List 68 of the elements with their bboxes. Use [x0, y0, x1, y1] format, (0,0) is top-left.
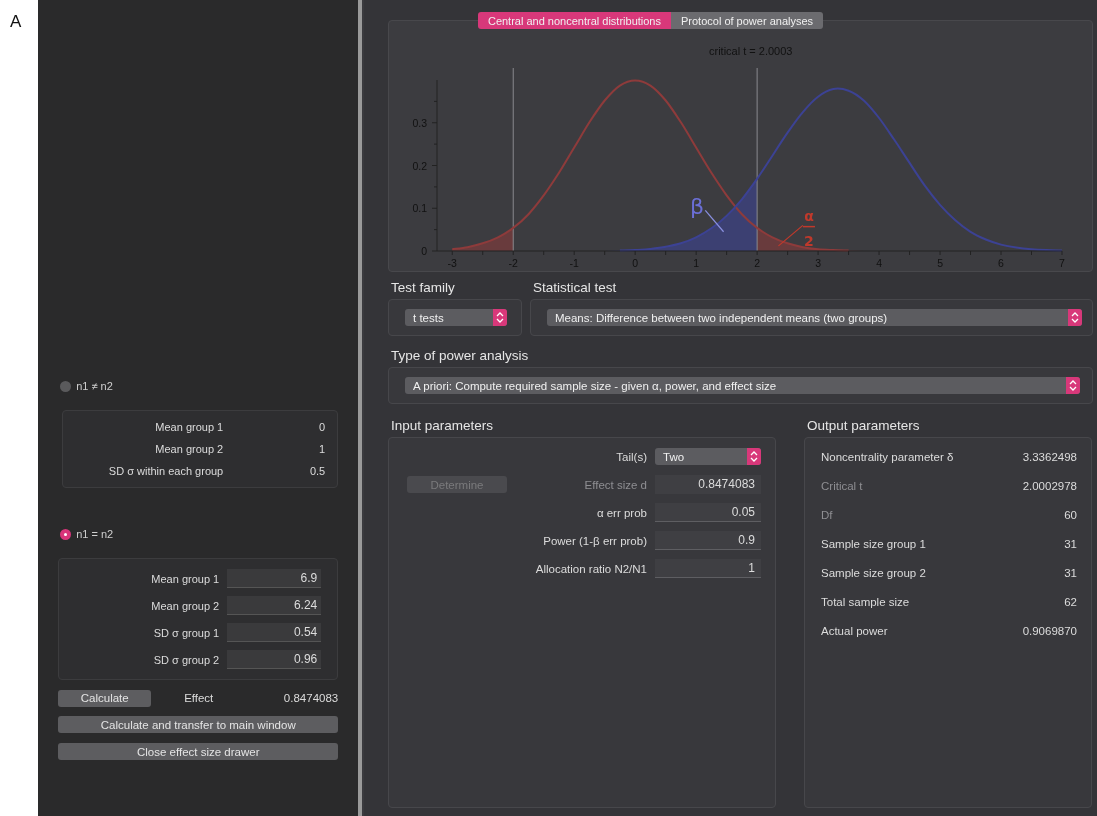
- tab[interactable]: Central and noncentral distributions: [477, 12, 671, 29]
- drawer-button[interactable]: Close effect size drawer: [58, 743, 339, 760]
- chevron-icon: [1066, 377, 1080, 394]
- field-value: 0.5: [308, 465, 326, 477]
- section-label: Output parameters: [807, 418, 921, 433]
- parameter-label: Noncentrality parameter δ: [821, 451, 954, 463]
- parameter-label: α err prob: [595, 506, 647, 519]
- field-label: Mean group 2: [154, 443, 224, 455]
- parameter-label: Sample size group 2: [821, 567, 926, 579]
- section-label: Type of power analysis: [391, 348, 530, 363]
- chevron-icon: [747, 448, 761, 465]
- parameter-label: Critical t: [821, 480, 863, 492]
- parameter-value: 2.0002978: [1022, 480, 1077, 492]
- input-field[interactable]: 0.96: [227, 650, 322, 669]
- select-field[interactable]: t tests: [405, 309, 507, 326]
- figure-label: A: [10, 12, 22, 31]
- parameter-value: 62: [1064, 596, 1077, 608]
- parameter-value: 0.9069870: [1022, 625, 1077, 637]
- field-value: 0: [318, 421, 326, 433]
- parameter-label: Sample size group 1: [821, 538, 926, 550]
- parameter-label: Total sample size: [821, 596, 910, 608]
- radio-button[interactable]: [60, 380, 72, 392]
- field-label: Mean group 1: [150, 572, 220, 585]
- radio-button[interactable]: [60, 528, 72, 540]
- select-field[interactable]: Two: [655, 448, 761, 465]
- effect-value: 0.8474083: [282, 692, 339, 704]
- parameter-label: Actual power: [821, 625, 888, 637]
- field-label: SD σ within each group: [107, 465, 224, 477]
- field-value: 1: [318, 443, 326, 455]
- parameter-label: Effect size d: [583, 478, 647, 491]
- select-field[interactable]: A priori: Compute required sample size - given α, power, and effect size: [405, 377, 1080, 394]
- effect-label: Effect: [183, 692, 215, 704]
- input-field[interactable]: 6.24: [227, 596, 322, 615]
- parameter-value: 3.3362498: [1022, 451, 1077, 463]
- field-label: SD σ group 1: [152, 626, 220, 639]
- chevron-icon: [493, 309, 507, 326]
- field-label: Mean group 2: [150, 599, 220, 612]
- input-field[interactable]: 6.9: [227, 569, 322, 588]
- input-field[interactable]: 0.54: [227, 623, 322, 642]
- input-field[interactable]: 0.9: [655, 531, 761, 550]
- drawer-button[interactable]: Calculate and transfer to main window: [58, 716, 339, 733]
- calculate-button[interactable]: Calculate: [58, 689, 152, 707]
- alpha-label: α: [804, 208, 814, 225]
- output-field: 0.8474083: [655, 475, 761, 494]
- fraction-bar: [802, 225, 816, 228]
- section-label: Statistical test: [533, 280, 618, 295]
- tab[interactable]: Protocol of power analyses: [671, 12, 824, 29]
- select-field[interactable]: Means: Difference between two independent means (two groups): [547, 309, 1082, 326]
- parameter-value: 60: [1064, 509, 1077, 521]
- leader-line: [704, 209, 725, 233]
- section-label: Test family: [391, 280, 456, 295]
- section-label: Input parameters: [391, 418, 495, 433]
- denominator-label: 2: [804, 232, 814, 249]
- input-field[interactable]: 1: [655, 559, 761, 578]
- parameter-label: Tail(s): [615, 450, 647, 463]
- leader-line: [777, 224, 804, 247]
- parameter-value: 31: [1064, 567, 1077, 579]
- field-label: SD σ group 2: [152, 653, 220, 666]
- parameter-label: Allocation ratio N2/N1: [534, 562, 647, 575]
- parameter-value: 31: [1064, 538, 1077, 550]
- chevron-icon: [1068, 309, 1082, 326]
- input-field[interactable]: 0.05: [655, 503, 761, 522]
- field-label: Mean group 1: [154, 421, 224, 433]
- radio-label: n1 ≠ n2: [76, 380, 113, 392]
- beta-label: β: [690, 194, 705, 220]
- parameter-label: Power (1-β err prob): [542, 534, 647, 547]
- radio-label: n1 = n2: [76, 528, 114, 540]
- parameter-label: Df: [821, 509, 833, 521]
